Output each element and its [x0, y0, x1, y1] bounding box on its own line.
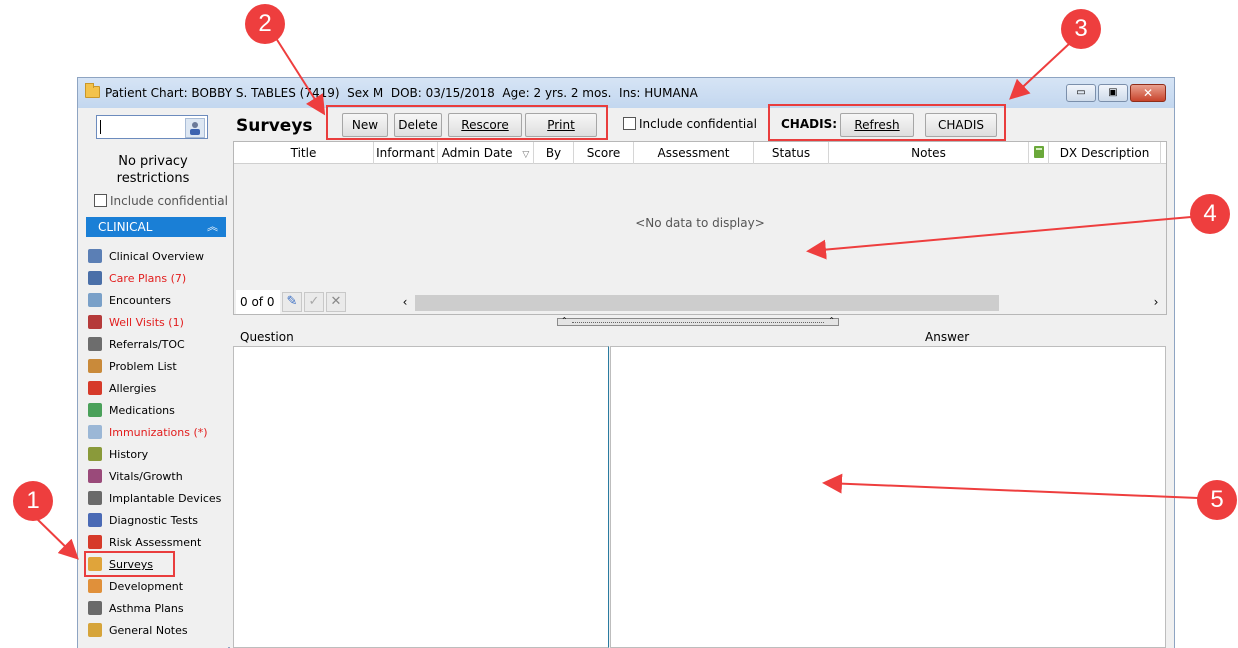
callout-4: 4 [1190, 194, 1230, 234]
callout-1: 1 [13, 481, 53, 521]
annotation-arrows [32, 34, 1199, 560]
callout-5: 5 [1197, 480, 1237, 520]
callout-2: 2 [245, 4, 285, 44]
callout-3: 3 [1061, 9, 1101, 49]
